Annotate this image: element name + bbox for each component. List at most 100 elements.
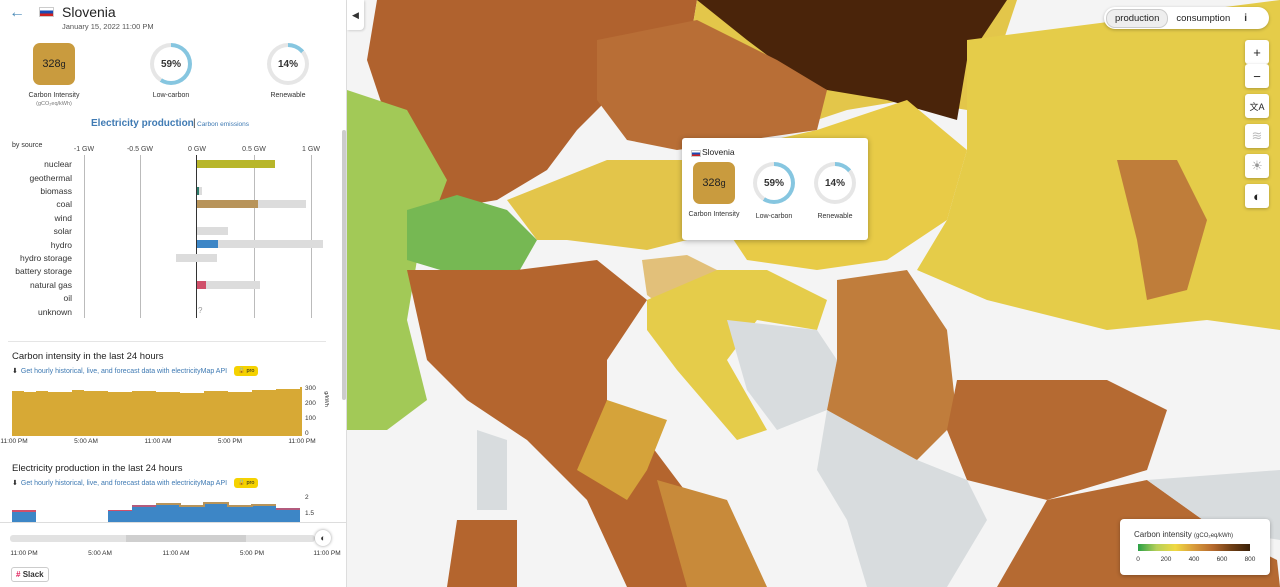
contrast-icon: ◐ xyxy=(1253,188,1261,204)
slovenia-flag-icon xyxy=(691,150,701,157)
source-label-geothermal: geothermal xyxy=(29,173,72,183)
lock-icon: 🔒 xyxy=(238,368,245,374)
time-slider-track[interactable] xyxy=(10,535,315,542)
axis-tick: 1 GW xyxy=(302,146,320,153)
tooltip-renewable-ring: 14% xyxy=(814,162,856,204)
country-panel: ← Slovenia January 15, 2022 11:00 PM 328… xyxy=(0,0,347,587)
ci-api-text[interactable]: Get hourly historical, live, and forecas… xyxy=(21,368,227,375)
tab-electricity-production[interactable]: Electricity production xyxy=(91,118,194,129)
carbon-intensity-box: 328 g xyxy=(33,43,75,85)
slack-label: Slack xyxy=(22,570,44,579)
map-svg[interactable] xyxy=(347,0,1280,587)
download-icon: ⬇ xyxy=(12,368,18,375)
slider-tick: 11:00 AM xyxy=(162,550,190,557)
ci-history-area[interactable] xyxy=(12,387,302,436)
time-slider-area: ◐ 11:00 PM 5:00 AM 11:00 AM 5:00 PM 11:0… xyxy=(0,522,346,587)
gridline xyxy=(254,155,255,318)
ci-x-tick: 11:00 PM xyxy=(288,438,316,445)
axis-tick: -1 GW xyxy=(73,146,95,153)
source-label-hydro: hydro xyxy=(50,240,72,250)
island-corsica[interactable] xyxy=(477,430,507,510)
carbon-intensity-value: 328 xyxy=(42,58,61,70)
wind-layer-button[interactable]: ≋ xyxy=(1245,124,1269,148)
carbon-intensity-unit: g xyxy=(60,59,66,69)
source-label-biomass: biomass xyxy=(40,186,72,196)
legend-tick: 800 xyxy=(1244,556,1256,563)
time-slider-handle[interactable]: ◐ xyxy=(315,530,331,546)
axis-tick: 0 GW xyxy=(188,146,206,153)
tooltip-renewable-label: Renewable xyxy=(817,213,853,220)
carbon-legend: Carbon intensity (gCO₂eq/kWh) 0 200 400 … xyxy=(1120,519,1270,575)
ci-x-tick: 5:00 AM xyxy=(74,438,98,445)
ci-history-chart[interactable] xyxy=(12,384,302,436)
prod-history-chart[interactable] xyxy=(12,497,302,523)
ci-x-tick: 11:00 PM xyxy=(0,438,28,445)
legend-title: Carbon intensity (gCO₂eq/kWh) xyxy=(1134,530,1233,539)
low-carbon-ring: 59% xyxy=(150,43,192,85)
pro-badge[interactable]: 🔒 pro xyxy=(234,478,259,488)
axis-tick: 0.5 GW xyxy=(242,146,266,153)
source-label-battery-storage: battery storage xyxy=(15,266,72,276)
tooltip-country-name: Slovenia xyxy=(702,147,735,157)
capacity-solar xyxy=(197,227,228,235)
island-sicily[interactable] xyxy=(447,520,517,587)
ci-y-tick: 0 xyxy=(305,430,309,437)
country-romania[interactable] xyxy=(917,0,1280,330)
legend-tick: 200 xyxy=(1160,556,1172,563)
ci-x-tick: 11:00 AM xyxy=(144,438,172,445)
ci-y-tick: 200 xyxy=(305,400,316,407)
solar-layer-button[interactable]: ☀ xyxy=(1245,154,1269,178)
ci-y-tick: 300 xyxy=(305,385,316,392)
download-icon: ⬇ xyxy=(12,480,18,487)
zero-gridline xyxy=(196,155,197,318)
lock-icon: 🔒 xyxy=(238,480,245,486)
bar-biomass[interactable] xyxy=(197,187,199,195)
pro-badge[interactable]: 🔒 pro xyxy=(234,366,259,376)
tooltip-carbon-unit: g xyxy=(720,178,726,188)
gridline xyxy=(84,155,85,318)
tab-carbon-emissions[interactable]: Carbon emissions xyxy=(197,121,249,128)
gridline xyxy=(140,155,141,318)
map[interactable] xyxy=(347,0,1280,587)
prod-y-tick: 1.5 xyxy=(305,510,315,517)
plus-icon: + xyxy=(1253,44,1261,60)
collapse-panel-button[interactable]: ◀ xyxy=(347,0,364,30)
source-label-wind: wind xyxy=(54,213,72,223)
renewable-value: 14% xyxy=(277,58,298,70)
source-label-unknown: unknown xyxy=(37,307,72,317)
gridline xyxy=(311,155,312,318)
dark-mode-button[interactable]: ◐ xyxy=(1245,184,1269,208)
carbon-intensity-unit-label: (gCO₂eq/kWh) xyxy=(36,101,72,107)
legend-tick: 0 xyxy=(1136,556,1140,563)
info-button[interactable]: i xyxy=(1244,13,1247,24)
language-button[interactable]: 文A xyxy=(1245,94,1269,118)
toggle-consumption[interactable]: consumption xyxy=(1168,10,1238,27)
carbon-intensity-label: Carbon Intensity xyxy=(28,92,80,99)
tab-separator: | xyxy=(193,118,196,129)
ci-api-link[interactable]: ⬇ Get hourly historical, live, and forec… xyxy=(12,366,259,376)
source-label-oil: oil xyxy=(63,293,72,303)
prod-api-link[interactable]: ⬇ Get hourly historical, live, and forec… xyxy=(12,478,259,488)
bar-natural-gas[interactable] xyxy=(197,281,206,289)
pro-label: pro xyxy=(246,368,255,374)
bar-coal[interactable] xyxy=(197,200,258,208)
source-label-natural-gas: natural gas xyxy=(29,280,72,290)
prod-api-text[interactable]: Get hourly historical, live, and forecas… xyxy=(21,480,227,487)
slider-tick: 11:00 PM xyxy=(313,550,341,557)
panel-scrollbar[interactable] xyxy=(342,130,346,400)
country-name: Slovenia xyxy=(62,4,116,20)
production-consumption-toggle[interactable]: production consumption i xyxy=(1104,7,1269,29)
toggle-production[interactable]: production xyxy=(1106,8,1169,28)
low-carbon-value: 59% xyxy=(160,58,181,70)
zoom-out-button[interactable]: − xyxy=(1245,64,1269,88)
ci-history-title: Carbon intensity in the last 24 hours xyxy=(12,351,164,362)
back-arrow-icon[interactable]: ← xyxy=(9,4,25,22)
prod-y-tick: 2 xyxy=(305,494,309,501)
slider-tick: 11:00 PM xyxy=(10,550,38,557)
slider-tick: 5:00 PM xyxy=(239,550,265,557)
bar-nuclear[interactable] xyxy=(197,160,275,168)
bar-hydro[interactable] xyxy=(197,240,218,248)
zoom-in-button[interactable]: + xyxy=(1245,40,1269,64)
legend-gradient xyxy=(1138,544,1250,551)
slack-button[interactable]: # Slack xyxy=(11,567,49,582)
